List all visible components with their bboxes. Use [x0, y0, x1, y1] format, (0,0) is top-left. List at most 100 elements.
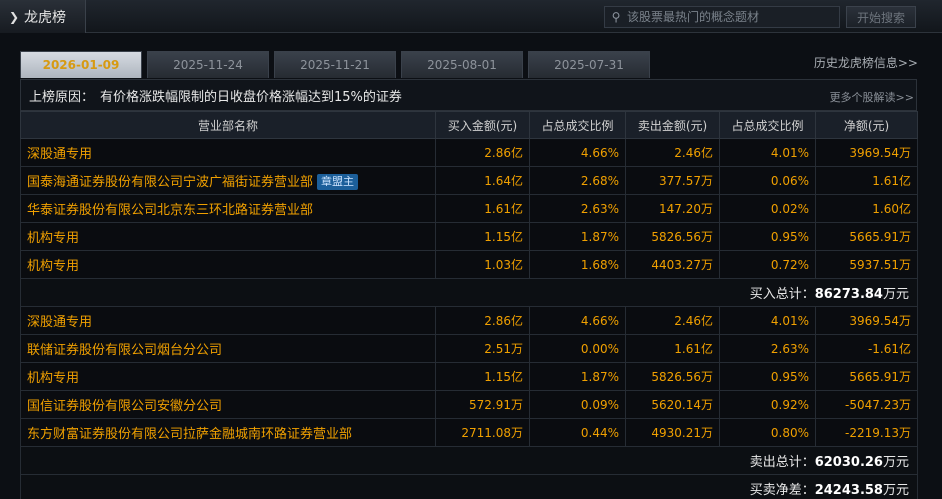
tab-date-4[interactable]: 2025-07-31: [528, 51, 650, 78]
col-header-sell-amount: 卖出金额(元): [625, 111, 720, 139]
sell-ratio-cell: 4.01%: [719, 306, 816, 335]
branch-name-cell[interactable]: 国泰海通证券股份有限公司宁波广福街证券营业部 章盟主: [20, 166, 436, 195]
sell-ratio-cell: 4.01%: [719, 138, 816, 167]
tab-date-1[interactable]: 2025-11-24: [147, 51, 269, 78]
sell-ratio-cell: 0.95%: [719, 222, 816, 251]
table-row[interactable]: 华泰证券股份有限公司北京东三环北路证券营业部 1.61亿 2.63% 147.20万 0…: [20, 194, 918, 223]
sell-ratio-cell: 0.06%: [719, 166, 816, 195]
net-total-value: 24243.58: [814, 483, 883, 498]
buy-amount-cell: 1.15亿: [435, 362, 530, 391]
panel-title: 龙虎榜: [24, 9, 66, 26]
net-amount-cell: 3969.54万: [815, 306, 918, 335]
net-total: 买卖净差：24243.58万元: [20, 474, 918, 499]
buy-amount-cell: 1.03亿: [435, 250, 530, 279]
sell-ratio-cell: 0.80%: [719, 418, 816, 447]
sell-amount-cell: 5826.56万: [625, 362, 720, 391]
panel-title-tab[interactable]: ❯ 龙虎榜: [0, 0, 86, 33]
sell-amount-cell: 377.57万: [625, 166, 720, 195]
sell-total-label: 卖出总计：: [749, 455, 815, 470]
buy-amount-cell: 1.64亿: [435, 166, 530, 195]
branch-name-cell[interactable]: 国信证券股份有限公司安徽分公司: [20, 390, 436, 419]
sell-side-rows: 深股通专用 2.86亿 4.66% 2.46亿 4.01% 3969.54万 联储证券股份有…: [20, 306, 918, 447]
concept-search-box[interactable]: ⚲: [604, 6, 840, 28]
concept-search-input[interactable]: [627, 10, 835, 24]
branch-name[interactable]: 联储证券股份有限公司烟台分公司: [27, 343, 222, 358]
buy-ratio-cell: 1.68%: [529, 250, 626, 279]
branch-name[interactable]: 机构专用: [27, 231, 79, 246]
sell-amount-cell: 4930.21万: [625, 418, 720, 447]
history-dragon-tiger-link[interactable]: 历史龙虎榜信息>>: [814, 54, 918, 71]
net-amount-cell: 3969.54万: [815, 138, 918, 167]
branch-name-cell[interactable]: 机构专用: [20, 362, 436, 391]
col-header-buy-amount: 买入金额(元): [435, 111, 530, 139]
sell-amount-cell: 5620.14万: [625, 390, 720, 419]
branch-name-cell[interactable]: 深股通专用: [20, 306, 436, 335]
branch-name[interactable]: 深股通专用: [27, 315, 92, 330]
branch-name[interactable]: 东方财富证券股份有限公司拉萨金融城南环路证券营业部: [27, 427, 352, 442]
buy-amount-cell: 1.61亿: [435, 194, 530, 223]
branch-name[interactable]: 机构专用: [27, 259, 79, 274]
table-row[interactable]: 机构专用 1.15亿 1.87% 5826.56万 0.95% 5665.91万: [20, 222, 918, 251]
col-header-net: 净额(元): [815, 111, 918, 139]
net-amount-cell: -2219.13万: [815, 418, 918, 447]
net-amount-cell: 5665.91万: [815, 222, 918, 251]
sell-amount-cell: 1.61亿: [625, 334, 720, 363]
trader-badge[interactable]: 章盟主: [317, 174, 359, 191]
branch-name[interactable]: 机构专用: [27, 371, 79, 386]
branch-name-cell[interactable]: 深股通专用: [20, 138, 436, 167]
net-amount-cell: 5937.51万: [815, 250, 918, 279]
branch-name-cell[interactable]: 机构专用: [20, 222, 436, 251]
net-total-label: 买卖净差：: [749, 483, 815, 498]
buy-ratio-cell: 4.66%: [529, 138, 626, 167]
table-row[interactable]: 机构专用 1.15亿 1.87% 5826.56万 0.95% 5665.91万: [20, 362, 918, 391]
tab-date-3[interactable]: 2025-08-01: [401, 51, 523, 78]
table-row[interactable]: 东方财富证券股份有限公司拉萨金融城南环路证券营业部 2711.08万 0.44% 49…: [20, 418, 918, 447]
col-header-sell-ratio: 占总成交比例: [719, 111, 816, 139]
branch-name[interactable]: 国泰海通证券股份有限公司宁波广福街证券营业部: [27, 175, 313, 190]
col-header-buy-ratio: 占总成交比例: [529, 111, 626, 139]
net-total-unit: 万元: [882, 483, 909, 498]
sell-ratio-cell: 0.02%: [719, 194, 816, 223]
net-amount-cell: 1.61亿: [815, 166, 918, 195]
net-amount-cell: -1.61亿: [815, 334, 918, 363]
start-search-button[interactable]: 开始搜索: [846, 6, 916, 28]
branch-name-cell[interactable]: 机构专用: [20, 250, 436, 279]
buy-total: 买入总计：86273.84万元: [20, 278, 918, 307]
branch-name-cell[interactable]: 东方财富证券股份有限公司拉萨金融城南环路证券营业部: [20, 418, 436, 447]
table-row[interactable]: 机构专用 1.03亿 1.68% 4403.27万 0.72% 5937.51万: [20, 250, 918, 279]
table-row[interactable]: 国泰海通证券股份有限公司宁波广福街证券营业部 章盟主 1.64亿 2.68% 377.5…: [20, 166, 918, 195]
buy-amount-cell: 2.51万: [435, 334, 530, 363]
sell-amount-cell: 2.46亿: [625, 306, 720, 335]
tab-date-2[interactable]: 2025-11-21: [274, 51, 396, 78]
branch-name[interactable]: 华泰证券股份有限公司北京东三环北路证券营业部: [27, 203, 313, 218]
buy-ratio-cell: 2.63%: [529, 194, 626, 223]
buy-total-value: 86273.84: [814, 287, 883, 302]
sell-total: 卖出总计：62030.26万元: [20, 446, 918, 475]
tab-date-0[interactable]: 2026-01-09: [20, 51, 142, 78]
branch-name-cell[interactable]: 联储证券股份有限公司烟台分公司: [20, 334, 436, 363]
buy-amount-cell: 1.15亿: [435, 222, 530, 251]
branch-name[interactable]: 国信证券股份有限公司安徽分公司: [27, 399, 222, 414]
net-total-row: 买卖净差：24243.58万元: [20, 474, 918, 499]
branch-name-cell[interactable]: 华泰证券股份有限公司北京东三环北路证券营业部: [20, 194, 436, 223]
more-analysis-link[interactable]: 更多个股解读>>: [830, 89, 914, 105]
buy-total-label: 买入总计：: [749, 287, 815, 302]
table-row[interactable]: 国信证券股份有限公司安徽分公司 572.91万 0.09% 5620.14万 0.92%…: [20, 390, 918, 419]
search-icon: ⚲: [611, 10, 621, 24]
date-tabs: 2026-01-09 2025-11-24 2025-11-21 2025-08…: [20, 51, 655, 78]
buy-amount-cell: 2.86亿: [435, 306, 530, 335]
sell-total-value: 62030.26: [814, 455, 883, 470]
net-amount-cell: -5047.23万: [815, 390, 918, 419]
net-amount-cell: 5665.91万: [815, 362, 918, 391]
buy-amount-cell: 2711.08万: [435, 418, 530, 447]
table-row[interactable]: 深股通专用 2.86亿 4.66% 2.46亿 4.01% 3969.54万: [20, 138, 918, 167]
sell-amount-cell: 147.20万: [625, 194, 720, 223]
table-row[interactable]: 联储证券股份有限公司烟台分公司 2.51万 0.00% 1.61亿 2.63% -1.61…: [20, 334, 918, 363]
branch-name[interactable]: 深股通专用: [27, 147, 92, 162]
sell-amount-cell: 2.46亿: [625, 138, 720, 167]
dragon-tiger-table: 营业部名称 买入金额(元) 占总成交比例 卖出金额(元) 占总成交比例 净额(元…: [20, 111, 918, 499]
buy-ratio-cell: 0.00%: [529, 334, 626, 363]
sell-ratio-cell: 0.95%: [719, 362, 816, 391]
listing-reason-bar: 上榜原因： 有价格涨跌幅限制的日收盘价格涨幅达到15%的证券 更多个股解读>>: [20, 79, 917, 111]
table-row[interactable]: 深股通专用 2.86亿 4.66% 2.46亿 4.01% 3969.54万: [20, 306, 918, 335]
